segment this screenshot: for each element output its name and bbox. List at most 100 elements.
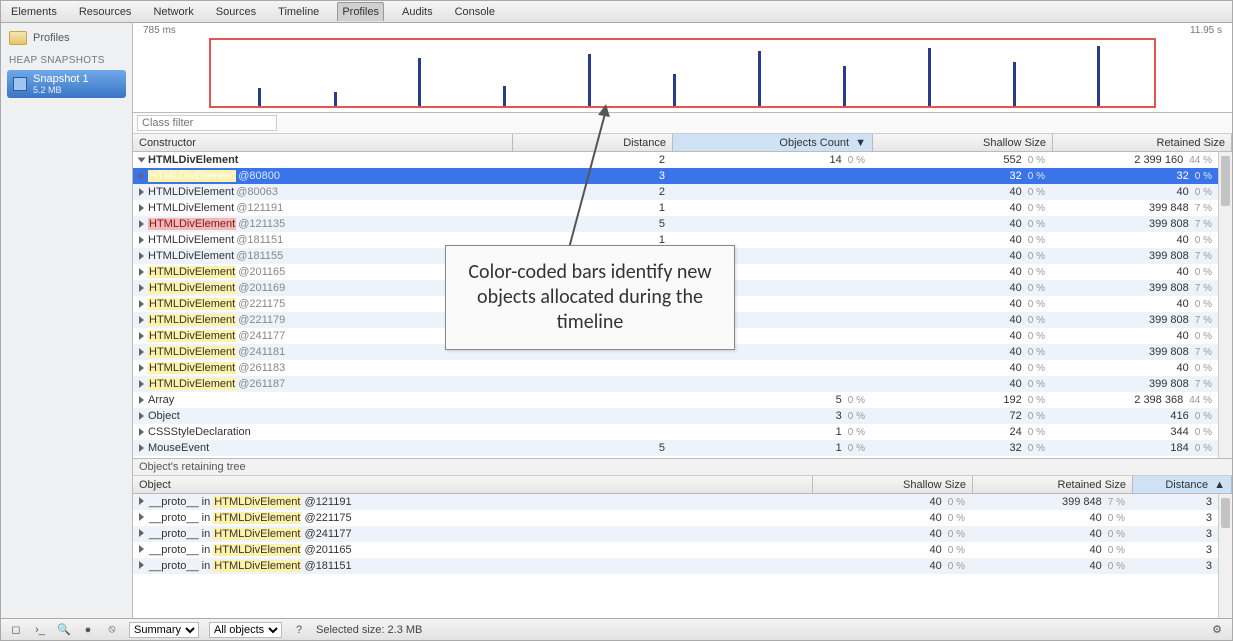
table-row[interactable]: HTMLDivElement @261183400 %400 % — [133, 360, 1232, 376]
rcol-shallow[interactable]: Shallow Size — [813, 476, 973, 493]
retaining-row[interactable]: __proto__ in HTMLDivElement @121191400 %… — [133, 494, 1232, 510]
timeline-bar — [673, 74, 676, 106]
tab-sources[interactable]: Sources — [212, 3, 260, 21]
table-row[interactable]: HTMLDivElement @261187400 %399 8087 % — [133, 376, 1232, 392]
class-filter-input[interactable] — [137, 115, 277, 131]
tab-elements[interactable]: Elements — [7, 3, 61, 21]
timeline-bar — [334, 92, 337, 106]
tab-audits[interactable]: Audits — [398, 3, 437, 21]
col-distance[interactable]: Distance — [513, 134, 673, 151]
retaining-row[interactable]: __proto__ in HTMLDivElement @181151400 %… — [133, 558, 1232, 574]
timeline-bar — [418, 58, 421, 106]
dock-icon[interactable]: ◻ — [9, 623, 23, 636]
snapshot-icon — [13, 77, 27, 91]
filter-bar — [133, 113, 1232, 134]
vertical-scrollbar[interactable] — [1218, 152, 1232, 458]
objects-filter-select[interactable]: All objects — [209, 622, 282, 638]
expand-icon[interactable] — [139, 444, 144, 452]
retaining-scrollbar[interactable] — [1218, 494, 1232, 618]
table-row[interactable]: HTMLDivElement @808003320 %320 % — [133, 168, 1232, 184]
retaining-tree-title: Object's retaining tree — [133, 459, 1232, 476]
view-select[interactable]: Summary — [129, 622, 199, 638]
timeline-right-label: 11.95 s — [1190, 25, 1222, 36]
retaining-row[interactable]: __proto__ in HTMLDivElement @221175400 %… — [133, 510, 1232, 526]
snapshot-size: 5.2 MB — [33, 85, 89, 95]
record-icon[interactable]: ● — [81, 624, 95, 636]
profiles-icon — [9, 31, 27, 45]
col-objects-count[interactable]: Objects Count▼ — [673, 134, 873, 151]
expand-icon[interactable] — [139, 316, 144, 324]
expand-icon[interactable] — [139, 380, 144, 388]
expand-icon[interactable] — [139, 204, 144, 212]
expand-icon[interactable] — [139, 188, 144, 196]
clear-icon[interactable]: ⦸ — [105, 623, 119, 636]
expand-icon[interactable] — [139, 412, 144, 420]
expand-icon[interactable] — [139, 497, 144, 505]
rcol-object[interactable]: Object — [133, 476, 813, 493]
rcol-distance[interactable]: Distance▲ — [1133, 476, 1232, 493]
heap-table-header: Constructor Distance Objects Count▼ Shal… — [133, 134, 1232, 152]
help-icon[interactable]: ? — [292, 624, 306, 636]
annotation-callout: Color-coded bars identify new objects al… — [445, 245, 735, 350]
retaining-tree-header: Object Shallow Size Retained Size Distan… — [133, 476, 1232, 494]
expand-icon[interactable] — [139, 172, 144, 180]
table-row[interactable]: Object30 %720 %4160 % — [133, 408, 1232, 424]
snapshot-item[interactable]: Snapshot 1 5.2 MB — [7, 70, 126, 98]
expand-icon[interactable] — [139, 348, 144, 356]
table-row[interactable]: Array50 %1920 %2 398 36844 % — [133, 392, 1232, 408]
expand-icon[interactable] — [139, 300, 144, 308]
col-retained-size[interactable]: Retained Size — [1053, 134, 1232, 151]
tab-resources[interactable]: Resources — [75, 3, 136, 21]
timeline-bar — [1097, 46, 1100, 106]
table-row[interactable]: HTMLDivElement @1211355400 %399 8087 % — [133, 216, 1232, 232]
tab-network[interactable]: Network — [149, 3, 197, 21]
snapshot-title: Snapshot 1 — [33, 73, 89, 85]
profiles-label: Profiles — [33, 32, 70, 44]
retaining-row[interactable]: __proto__ in HTMLDivElement @201165400 %… — [133, 542, 1232, 558]
expand-icon[interactable] — [139, 220, 144, 228]
expand-icon[interactable] — [138, 158, 146, 163]
allocation-timeline[interactable]: 785 ms 11.95 s — [133, 23, 1232, 113]
status-bar: ◻ ›_ 🔍 ● ⦸ Summary All objects ? Selecte… — [1, 618, 1232, 640]
settings-gear-icon[interactable]: ⚙ — [1210, 623, 1224, 636]
expand-icon[interactable] — [139, 529, 144, 537]
expand-icon[interactable] — [139, 332, 144, 340]
table-row[interactable]: HTMLDivElement @1211911400 %399 8487 % — [133, 200, 1232, 216]
timeline-bar — [588, 54, 591, 106]
heap-snapshots-label: HEAP SNAPSHOTS — [1, 49, 132, 68]
selected-size-label: Selected size: 2.3 MB — [316, 624, 422, 636]
expand-icon[interactable] — [139, 545, 144, 553]
table-row[interactable]: MouseEvent510 %320 %1840 % — [133, 440, 1232, 456]
rcol-retained[interactable]: Retained Size — [973, 476, 1133, 493]
expand-icon[interactable] — [139, 268, 144, 276]
table-row[interactable]: HTMLDivElement @800632400 %400 % — [133, 184, 1232, 200]
tab-profiles[interactable]: Profiles — [337, 2, 384, 21]
expand-icon[interactable] — [139, 428, 144, 436]
search-icon[interactable]: 🔍 — [57, 623, 71, 636]
tab-console[interactable]: Console — [451, 3, 499, 21]
expand-icon[interactable] — [139, 284, 144, 292]
expand-icon[interactable] — [139, 252, 144, 260]
expand-icon[interactable] — [139, 513, 144, 521]
timeline-left-label: 785 ms — [143, 25, 176, 36]
expand-icon[interactable] — [139, 396, 144, 404]
timeline-selection-box[interactable] — [209, 38, 1156, 108]
table-row[interactable]: HTMLDivElement2140 %5520 %2 399 16044 % — [133, 152, 1232, 168]
timeline-bar — [1013, 62, 1016, 106]
timeline-bar — [258, 88, 261, 106]
timeline-bar — [758, 51, 761, 106]
expand-icon[interactable] — [139, 561, 144, 569]
expand-icon[interactable] — [139, 236, 144, 244]
tab-timeline[interactable]: Timeline — [274, 3, 323, 21]
timeline-bar — [503, 86, 506, 106]
devtools-tab-bar: Elements Resources Network Sources Timeline P… — [1, 1, 1232, 23]
table-row[interactable]: CSSStyleDeclaration10 %240 %3440 % — [133, 424, 1232, 440]
expand-icon[interactable] — [139, 364, 144, 372]
profiles-sidebar: Profiles HEAP SNAPSHOTS Snapshot 1 5.2 M… — [1, 23, 133, 618]
console-toggle-icon[interactable]: ›_ — [33, 624, 47, 636]
table-row[interactable]: UIEvent10 %320 %1840 % — [133, 456, 1232, 458]
retaining-row[interactable]: __proto__ in HTMLDivElement @241177400 %… — [133, 526, 1232, 542]
retaining-tree-panel: Object's retaining tree Object Shallow S… — [133, 458, 1232, 618]
col-constructor[interactable]: Constructor — [133, 134, 513, 151]
col-shallow-size[interactable]: Shallow Size — [873, 134, 1053, 151]
